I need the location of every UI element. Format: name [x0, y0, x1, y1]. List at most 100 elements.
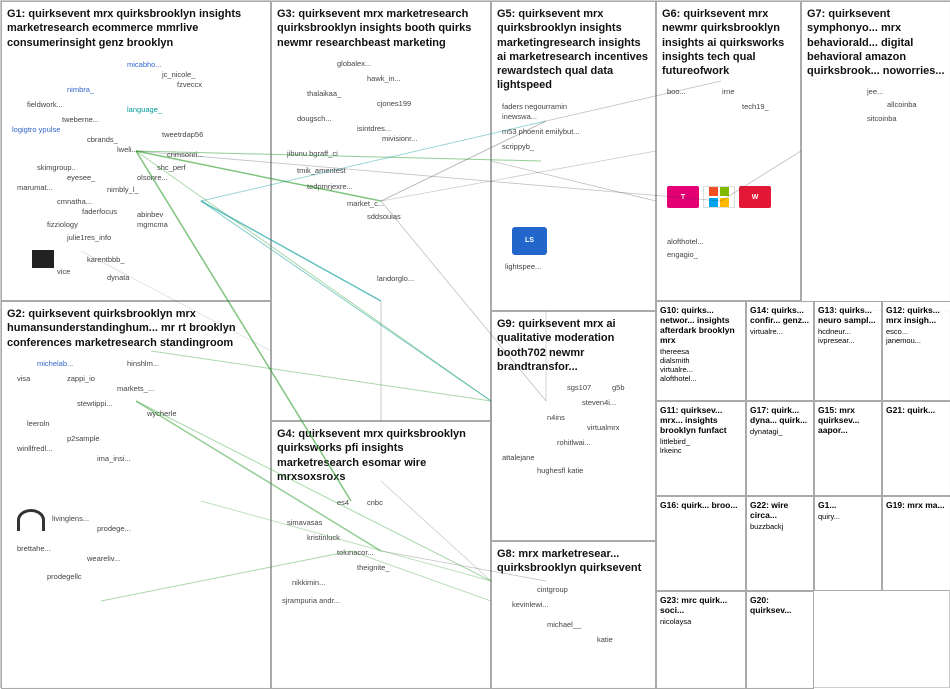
- node-nimbra: nimbra_: [67, 85, 94, 94]
- node-tweetrdap: tweetrdap56: [162, 130, 203, 139]
- node-tolunacor: tolunacor...: [337, 548, 374, 557]
- g9-title: G9: quirksevent mrx ai qualitative moder…: [497, 317, 650, 374]
- node-boo: boo...: [667, 87, 686, 96]
- g10-nodes: thereesa dialsmith virtualre... alofthot…: [660, 347, 742, 383]
- group-g1: G1: quirksevent mrx quirksbrooklyn insig…: [1, 1, 271, 301]
- node-cbrands: cbrands_: [87, 135, 118, 144]
- g12-title: G12: quirks... mrx insigh...: [886, 305, 947, 325]
- node-vice: vice: [57, 267, 70, 276]
- node-g5b: g5b: [612, 383, 625, 392]
- g13-title: G13: quirks... neuro sampl...: [818, 305, 878, 325]
- node-marketc: market_c...: [347, 199, 384, 208]
- group-g23: G23: mrc quirk... soci... nicolaysa: [656, 591, 746, 689]
- node-crimsonri: crimsonri...: [167, 150, 204, 159]
- node-dynata: dynata: [107, 273, 130, 282]
- node-cintgroup: cintgroup: [537, 585, 568, 594]
- g13-nodes: hcdneur... ivpresear...: [818, 327, 878, 345]
- lightspeed-logo: LS: [512, 227, 547, 255]
- g7-title: G7: quirksevent symphonyo... mrx behavio…: [807, 7, 945, 78]
- g17-nodes: dynatagi_: [750, 427, 810, 436]
- node-thalaikaa: thalaikaa_: [307, 89, 341, 98]
- node-visa: visa: [17, 374, 30, 383]
- node-tmikamentest: tmik_amentest: [297, 166, 346, 175]
- tmobile-logo: T: [667, 186, 699, 208]
- g19-title: G19: mrx ma...: [886, 500, 947, 510]
- node-tedpmr: tedpmrjexre...: [307, 182, 353, 191]
- node-tweberne: tweberne...: [62, 115, 99, 124]
- node-skimgroup: skimgroup..: [37, 163, 76, 172]
- g1b-nodes: quiry...: [818, 512, 878, 521]
- g3-title: G3: quirksevent mrx marketresearch quirk…: [277, 7, 485, 50]
- node-nimbly: nimbly_l_: [107, 185, 139, 194]
- node-zappi: zappi_io: [67, 374, 95, 383]
- node-lightspee: lightspee...: [505, 262, 541, 271]
- g12-nodes: esco... janemou...: [886, 327, 947, 345]
- node-theignite: theignite_: [357, 563, 390, 572]
- node-isintdres: isintdres...: [357, 124, 391, 133]
- group-g10: G10: quirks... networ... insights afterd…: [656, 301, 746, 401]
- node-cmnatha: cmnatha...: [57, 197, 92, 206]
- node-karentbbb: karentbbb_: [87, 255, 125, 264]
- group-g13: G13: quirks... neuro sampl... hcdneur...…: [814, 301, 882, 401]
- group-g5: G5: quirksevent mrx quirksbrooklyn insig…: [491, 1, 656, 311]
- group-g3: G3: quirksevent mrx marketresearch quirk…: [271, 1, 491, 421]
- g14-nodes: virtualre...: [750, 327, 810, 336]
- node-simavasas: simavasas: [287, 518, 322, 527]
- group-g12: G12: quirks... mrx insigh... esco... jan…: [882, 301, 950, 401]
- node-sjrampuria: sjrampuria andr...: [282, 596, 340, 605]
- node-cjones199: cjones199: [377, 99, 411, 108]
- headphone-icon: [17, 509, 45, 531]
- g22-nodes: buzzbackj: [750, 522, 810, 531]
- node-weareliv: weareliv...: [87, 554, 120, 563]
- group-g14: G14: quirks... confir... genz... virtual…: [746, 301, 814, 401]
- node-jcnicole: jc_nicole_: [162, 70, 195, 79]
- node-nikkimin: nikkimin...: [292, 578, 325, 587]
- node-sgs107: sgs107: [567, 383, 591, 392]
- node-inewswa: inewswa...: [502, 112, 537, 121]
- group-g15: G15: mrx quirksev... aapor...: [814, 401, 882, 496]
- g23-title: G23: mrc quirk... soci...: [660, 595, 742, 615]
- node-marumat: marumat...: [17, 183, 53, 192]
- node-engagio: engagio_: [667, 250, 698, 259]
- node-kevinlewi: kevinlewi...: [512, 600, 549, 609]
- node-faderfocus: faderfocus: [82, 207, 117, 216]
- g11-title: G11: quirksev... mrx... insights brookly…: [660, 405, 742, 435]
- group-g8: G8: mrx marketresear... quirksbrooklyn q…: [491, 541, 656, 689]
- node-scrippyb: scrippyb_: [502, 142, 534, 151]
- node-m53: m53 phoenit emilybut...: [502, 127, 580, 136]
- group-g17: G17: quirk... dyna... quirk... dynatagi_: [746, 401, 814, 496]
- node-virtualmrx: virtualmrx: [587, 423, 620, 432]
- bottom-right-panel: G10: quirks... networ... insights afterd…: [656, 301, 950, 689]
- g4-title: G4: quirksevent mrx quirksbrooklyn quirk…: [277, 427, 485, 484]
- node-mivisionr: mivisionr...: [382, 134, 417, 143]
- g10-title: G10: quirks... networ... insights afterd…: [660, 305, 742, 345]
- group-g22: G22: wire circa... buzzbackj: [746, 496, 814, 591]
- node-hawkin: hawk_in...: [367, 74, 401, 83]
- node-kristinluck: kristinluck: [307, 533, 340, 542]
- node-livinglens: livinglens...: [52, 514, 89, 523]
- node-michael: michael__: [547, 620, 581, 629]
- microsoft-logo: [703, 186, 735, 208]
- group-g9: G9: quirksevent mrx ai qualitative moder…: [491, 311, 656, 541]
- node-abinbev: abinbev: [137, 210, 163, 219]
- g11-nodes: littlebird_ lrkeinc: [660, 437, 742, 455]
- group-g6: G6: quirksevent mrx newmr quirksbrooklyn…: [656, 1, 801, 301]
- node-leeroln: leeroln: [27, 419, 50, 428]
- node-p2sample: p2sample: [67, 434, 100, 443]
- g1b-title: G1...: [818, 500, 878, 510]
- node-landorglo: landorglo...: [377, 274, 414, 283]
- node-language: language_: [127, 105, 162, 114]
- node-olsonre: olsonre...: [137, 173, 168, 182]
- main-container: G1: quirksevent mrx quirksbrooklyn insig…: [0, 0, 950, 688]
- g6-title: G6: quirksevent mrx newmr quirksbrooklyn…: [662, 7, 795, 78]
- node-allcoinba: allcoinba: [887, 100, 917, 109]
- node-katie: katie: [597, 635, 613, 644]
- node-fizziology: fizziology: [47, 220, 78, 229]
- group-g21: G21: quirk...: [882, 401, 950, 496]
- node-globalex: globalex...: [337, 59, 371, 68]
- group-g7: G7: quirksevent symphonyo... mrx behavio…: [801, 1, 950, 311]
- node-stewtippi: stewtippi...: [77, 399, 112, 408]
- node-jibunu: jibunu bgraff_ci: [287, 149, 338, 158]
- node-fzveccx: fzveccx: [177, 80, 202, 89]
- node-dougsch: dougsch...: [297, 114, 332, 123]
